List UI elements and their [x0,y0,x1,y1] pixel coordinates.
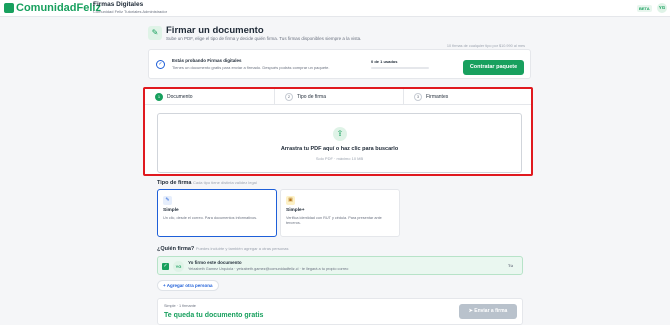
user-avatar[interactable]: YG [657,3,667,13]
option-title: Simple+ [286,208,305,213]
pdf-dropzone[interactable]: ⇪ Arrastra tu PDF aquí o haz clic para b… [157,113,522,173]
send-icon: ➤ [468,308,473,314]
signature-type-heading: Tipo de firma Cada tipo tiene distinta v… [157,179,257,187]
upload-step-panel: 1 Documento 2 Tipo de firma 3 Firmantes … [143,87,533,176]
trial-usage-count: 0 de 1 usados [371,59,398,64]
section-title: ¿Quién firma? [157,246,195,252]
dropzone-subtitle: Solo PDF · máximo 10 MB [315,156,364,161]
summary-footer: Simple · 1 firmante Te queda tu document… [157,298,523,325]
option-description: Verifica identidad con RUT y cédula. Par… [286,216,382,225]
app-subtitle: Comunidad Feliz Tutoriales Administrador [93,9,168,14]
signer-avatar: YG [173,261,184,272]
upload-icon: ⇪ [333,127,347,141]
top-bar: ComunidadFeliz Firmas Digitales Comunida… [0,0,670,17]
signature-option-simple-plus[interactable]: ▣ Simple+ Verifica identidad con RUT y c… [280,189,400,237]
step-label: Firmantes [426,94,449,100]
section-title: Tipo de firma [157,180,192,186]
step-signature-type[interactable]: 2 Tipo de firma [274,89,402,105]
dropzone-title: Arrastra tu PDF aquí o haz clic para bus… [280,146,399,152]
send-to-sign-button[interactable]: ➤ Enviar a firma [459,304,517,319]
pen-icon: ✎ [148,26,162,40]
app-title: Firmas Digitales [93,1,144,8]
page-title: Firmar un documento [166,25,264,36]
signature-option-simple[interactable]: ✎ Simple Un clic, desde el correo. Para … [157,189,277,237]
checkbox-checked-icon[interactable]: ✓ [162,263,169,270]
trial-banner: ✓ Estás probando Firmas digitales Tienes… [148,44,531,79]
option-description: Un clic, desde el correo. Para documento… [163,216,258,220]
signer-row-me[interactable]: ✓ YG Yo firmo este documento Yetzabeth G… [157,256,523,275]
page-subtitle: Sube un PDF, elige el tipo de firma y de… [166,36,362,41]
summary-title: Te queda tu documento gratis [164,312,264,319]
section-hint: Puedes incluirte y también agregar a otr… [195,246,289,251]
pencil-icon: ✎ [163,196,172,205]
beta-badge: BETA [637,5,652,12]
signers-heading: ¿Quién firma? Puedes incluirte y también… [157,245,289,253]
id-card-icon: ▣ [286,196,295,205]
trial-subtitle: Tienes un documento gratis para enviar a… [172,65,330,70]
send-label: Enviar a firma [474,308,508,314]
section-hint: Cada tipo tiene distinta validez legal [192,180,257,185]
steps-tabs: 1 Documento 2 Tipo de firma 3 Firmantes [145,89,531,105]
add-person-label: Agregar otra persona [166,283,213,288]
summary-meta: Simple · 1 firmante [164,304,196,308]
contract-package-button[interactable]: Contratar paquete [463,60,524,75]
step-number: 1 [155,93,163,101]
signer-tag: Tú [508,263,513,268]
step-number: 3 [414,93,422,101]
step-label: Documento [167,94,193,100]
trial-title: Estás probando Firmas digitales [172,58,242,63]
shield-icon: ✓ [156,60,165,69]
step-signers[interactable]: 3 Firmantes [403,89,531,105]
brand-logo-icon [4,3,14,13]
plus-icon: + [163,283,166,288]
trial-price-note: 10 firmas de cualquier tipo por $10.990 … [446,44,525,48]
add-person-button[interactable]: + Agregar otra persona [157,280,219,291]
trial-progress-bar [371,67,429,69]
option-title: Simple [163,208,179,213]
step-label: Tipo de firma [297,94,326,100]
signer-name: Yo firmo este documento [188,260,242,265]
brand-name[interactable]: ComunidadFeliz [16,2,101,15]
signer-email: Yetzabeth Gamez Urquiola · yetzabeth.gam… [188,267,349,271]
step-document[interactable]: 1 Documento [145,89,273,105]
step-number: 2 [285,93,293,101]
